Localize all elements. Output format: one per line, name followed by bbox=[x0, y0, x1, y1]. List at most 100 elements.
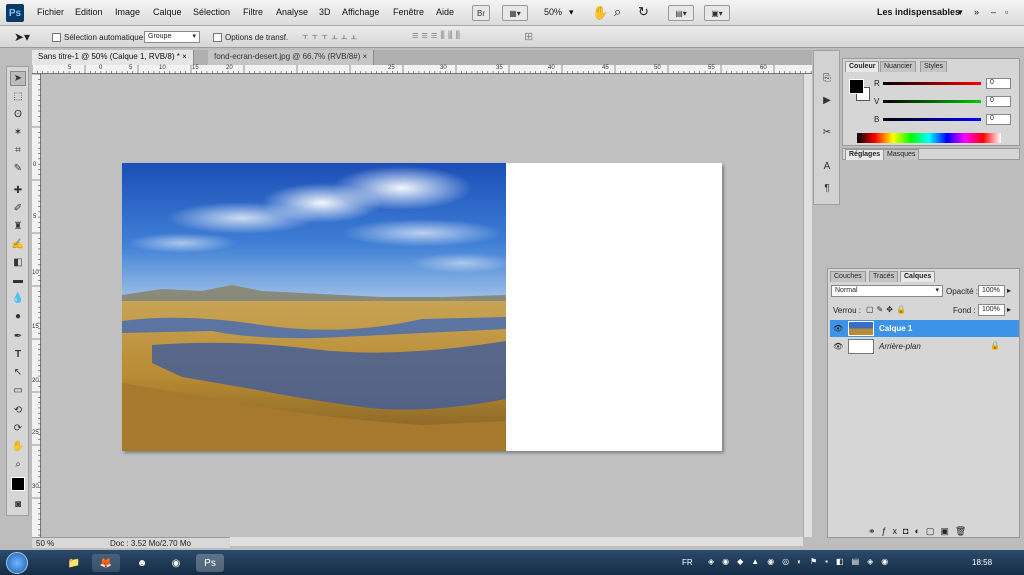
auto-align-icon[interactable]: ⊞ bbox=[524, 30, 533, 43]
gradient-tool-icon[interactable]: ▬ bbox=[10, 273, 26, 288]
eye-icon[interactable]: 👁 bbox=[833, 324, 843, 333]
transform-controls-checkbox[interactable] bbox=[213, 33, 222, 42]
menu-3d[interactable]: 3D bbox=[319, 7, 331, 17]
start-button[interactable] bbox=[6, 552, 28, 574]
hand-icon[interactable]: ✋ bbox=[592, 5, 608, 21]
eyedropper-icon[interactable]: ✎ bbox=[10, 161, 26, 176]
history-brush-icon[interactable]: ✍ bbox=[10, 237, 26, 252]
channel-b-value[interactable]: 0 bbox=[986, 114, 1011, 125]
blend-mode-dropdown[interactable]: Normal ▾ bbox=[831, 285, 943, 297]
minimize-icon[interactable]: – bbox=[991, 7, 996, 17]
tab-traces[interactable]: Tracés bbox=[869, 271, 899, 282]
character-panel-icon[interactable]: A bbox=[819, 159, 835, 174]
extras-icon[interactable]: ▦▾ bbox=[502, 5, 528, 21]
menu-affichage[interactable]: Affichage bbox=[342, 7, 379, 17]
tab-fond-ecran-desert[interactable]: fond-ecran-desert.jpg @ 66.7% (RVB/8#) × bbox=[208, 50, 375, 65]
expand-icon[interactable]: » bbox=[974, 7, 979, 17]
language-indicator[interactable]: FR bbox=[682, 558, 693, 567]
foreground-color-swatch[interactable] bbox=[849, 79, 864, 94]
channel-v-slider[interactable] bbox=[883, 100, 981, 103]
brush-tool-icon[interactable]: ✐ bbox=[10, 201, 26, 216]
close-icon[interactable]: × bbox=[363, 52, 368, 61]
tab-masques[interactable]: Masques bbox=[883, 149, 920, 160]
channel-b-slider[interactable] bbox=[883, 118, 981, 121]
clone-stamp-icon[interactable]: ♜ bbox=[10, 219, 26, 234]
opacity-chevron-icon[interactable]: ▸ bbox=[1007, 286, 1011, 295]
close-icon[interactable]: × bbox=[182, 52, 187, 61]
tab-styles[interactable]: Styles bbox=[920, 61, 948, 72]
paragraph-panel-icon[interactable]: ¶ bbox=[819, 181, 835, 196]
distribute-icons[interactable]: ≡≡≡⫴⫴⫴ bbox=[412, 30, 463, 43]
lock-icons[interactable]: ▢✎✥🔒 bbox=[866, 305, 909, 314]
menu-analyse[interactable]: Analyse bbox=[276, 7, 308, 17]
layer-row[interactable]: 👁 Arrière-plan 🔒 bbox=[830, 338, 1019, 355]
magic-wand-icon[interactable]: ✶ bbox=[10, 125, 26, 140]
3d-orbit-icon[interactable]: ⟳ bbox=[10, 421, 26, 436]
photoshop-logo[interactable]: Ps bbox=[6, 4, 24, 22]
firefox-icon[interactable]: 🦊 bbox=[92, 554, 120, 572]
arrange-documents-icon[interactable]: ▤▾ bbox=[668, 5, 694, 21]
fill-value[interactable]: 100% bbox=[978, 304, 1005, 316]
chrome-icon[interactable]: ◉ bbox=[162, 554, 190, 572]
marquee-tool-icon[interactable]: ⬚ bbox=[10, 89, 26, 104]
tray-icons[interactable]: ◈◉◆▲◉◎◐⚑▪◧▤◈◉ bbox=[708, 557, 896, 566]
auto-select-checkbox[interactable] bbox=[52, 33, 61, 42]
menu-image[interactable]: Image bbox=[115, 7, 140, 17]
menu-calque[interactable]: Calque bbox=[153, 7, 182, 17]
actions-panel-icon[interactable]: ▶ bbox=[819, 93, 835, 108]
3d-rotate-icon[interactable]: ⟲ bbox=[10, 403, 26, 418]
menu-aide[interactable]: Aide bbox=[436, 7, 454, 17]
quick-mask-icon[interactable]: ◙ bbox=[10, 497, 26, 512]
blur-tool-icon[interactable]: 💧 bbox=[10, 291, 26, 306]
document-canvas[interactable] bbox=[122, 163, 722, 451]
status-zoom[interactable]: 50 % bbox=[36, 539, 54, 548]
menu-fenetre[interactable]: Fenêtre bbox=[393, 7, 424, 17]
zoom-icon[interactable]: ⌕ bbox=[614, 4, 621, 20]
menu-edition[interactable]: Edition bbox=[75, 7, 103, 17]
vertical-scrollbar[interactable] bbox=[803, 74, 812, 537]
eraser-tool-icon[interactable]: ◧ bbox=[10, 255, 26, 270]
zoom-chevron-icon[interactable]: ▾ bbox=[569, 7, 574, 18]
layer-name[interactable]: Arrière-plan bbox=[879, 342, 921, 351]
channel-r-slider[interactable] bbox=[883, 82, 981, 85]
desert-landscape-image[interactable] bbox=[122, 163, 506, 451]
type-tool-icon[interactable]: T bbox=[10, 347, 26, 362]
photoshop-taskbar-icon[interactable]: Ps bbox=[196, 554, 224, 572]
layer-actions-icons[interactable]: ⚭ƒx◘◐▢▣🗑 bbox=[868, 526, 972, 537]
pen-tool-icon[interactable]: ✒ bbox=[10, 329, 26, 344]
shape-tool-icon[interactable]: ▭ bbox=[10, 383, 26, 398]
tab-calques[interactable]: Calques bbox=[900, 271, 936, 282]
workspace-chevron-icon[interactable]: ▾ bbox=[958, 7, 963, 18]
workspace-switcher[interactable]: Les indispensables bbox=[877, 7, 960, 17]
channel-r-value[interactable]: 0 bbox=[986, 78, 1011, 89]
bridge-icon[interactable]: Br bbox=[472, 5, 490, 21]
screen-mode-icon[interactable]: ▣▾ bbox=[704, 5, 730, 21]
auto-select-dropdown[interactable]: Groupe ▾ bbox=[144, 31, 200, 43]
status-doc-size[interactable]: Doc : 3.52 Mo/2.70 Mo bbox=[110, 539, 191, 548]
healing-brush-icon[interactable]: ✚ bbox=[10, 183, 26, 198]
restore-icon[interactable]: ▫ bbox=[1005, 7, 1008, 17]
menu-filtre[interactable]: Filtre bbox=[243, 7, 263, 17]
foreground-color-swatch[interactable] bbox=[11, 477, 25, 491]
tab-reglages[interactable]: Réglages bbox=[845, 149, 885, 160]
move-tool-icon[interactable]: ➤ bbox=[10, 71, 26, 86]
move-tool-preset-icon[interactable]: ➤▾ bbox=[14, 30, 30, 44]
lasso-tool-icon[interactable]: ʘ bbox=[10, 107, 26, 122]
clock[interactable]: 18:58 bbox=[972, 558, 992, 567]
channel-v-value[interactable]: 0 bbox=[986, 96, 1011, 107]
explorer-icon[interactable]: 📁 bbox=[60, 554, 88, 572]
history-panel-icon[interactable]: ⎘ bbox=[819, 71, 835, 86]
path-selection-icon[interactable]: ↖ bbox=[10, 365, 26, 380]
hand-tool-icon[interactable]: ✋ bbox=[10, 439, 26, 454]
eye-icon[interactable]: 👁 bbox=[833, 342, 843, 351]
messenger-icon[interactable]: ☻ bbox=[128, 554, 156, 572]
layer-name[interactable]: Calque 1 bbox=[879, 324, 912, 333]
zoom-level[interactable]: 50% bbox=[544, 7, 562, 17]
layer-row[interactable]: 👁 Calque 1 bbox=[830, 320, 1019, 337]
tab-sans-titre[interactable]: Sans titre-1 @ 50% (Calque 1, RVB/8) * × bbox=[32, 50, 194, 65]
color-spectrum-bar[interactable] bbox=[857, 133, 1001, 143]
menu-selection[interactable]: Sélection bbox=[193, 7, 230, 17]
fill-chevron-icon[interactable]: ▸ bbox=[1007, 305, 1011, 314]
dodge-tool-icon[interactable]: ● bbox=[10, 309, 26, 324]
tab-couches[interactable]: Couches bbox=[830, 271, 866, 282]
